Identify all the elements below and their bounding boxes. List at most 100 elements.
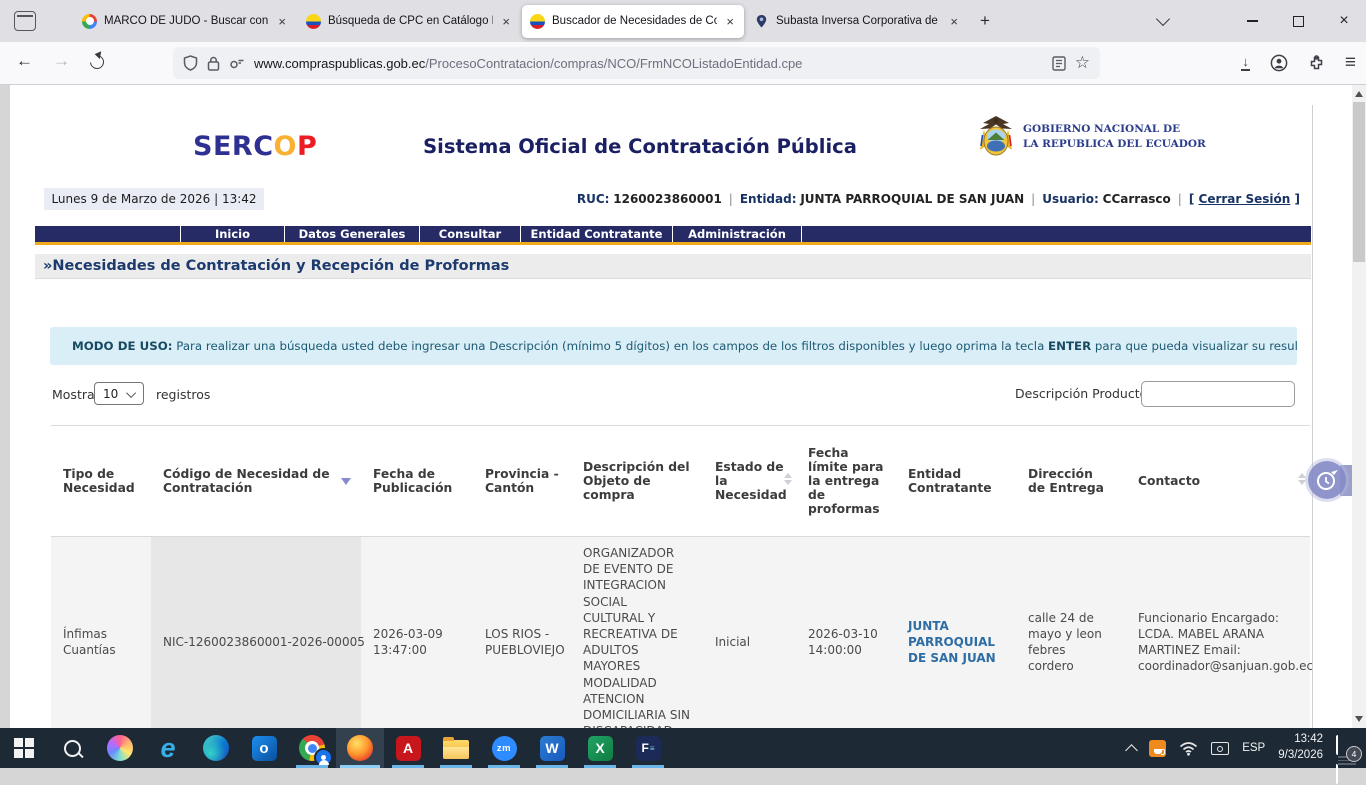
windows-logo-icon <box>14 738 34 758</box>
ecuador-favicon-icon <box>306 14 321 29</box>
col-header-contacto[interactable]: Contacto <box>1126 426 1310 537</box>
col-header-provincia[interactable]: Provincia - Cantón <box>473 426 571 537</box>
scroll-up-icon[interactable] <box>1355 91 1363 97</box>
cell-contacto: Funcionario Encargado: LCDA. MABEL ARANA… <box>1126 537 1310 748</box>
internet-explorer-button[interactable]: e <box>144 728 192 768</box>
floating-timer-widget[interactable] <box>1308 461 1346 499</box>
ecuador-coat-of-arms-icon <box>976 115 1016 159</box>
taskbar-search-button[interactable] <box>48 728 96 768</box>
col-header-direccion[interactable]: Dirección de Entrega <box>1016 426 1126 537</box>
window-maximize-button[interactable] <box>1276 0 1320 42</box>
col-header-codigo[interactable]: Código de Necesidad de Contratación <box>151 426 361 537</box>
logo-text: C <box>253 131 273 162</box>
fe-app-button[interactable]: F≡ <box>624 728 672 768</box>
tab-title: Buscador de Necesidades de Co <box>552 15 717 27</box>
permissions-icon[interactable] <box>229 56 245 70</box>
file-explorer-button[interactable] <box>432 728 480 768</box>
edge-button[interactable] <box>192 728 240 768</box>
vertical-scrollbar[interactable] <box>1352 85 1366 728</box>
tab-buscador-necesidades[interactable]: Buscador de Necesidades de Co × <box>522 5 744 38</box>
cell-descripcion: ORGANIZADOR DE EVENTO DE INTEGRACION SOC… <box>571 537 703 748</box>
nav-item-datos-generales[interactable]: Datos Generales <box>285 226 420 242</box>
col-header-entidad[interactable]: Entidad Contratante <box>896 426 1016 537</box>
col-header-fecha-limite[interactable]: Fecha límite para la entrega de proforma… <box>796 426 896 537</box>
tab-close-icon[interactable]: × <box>276 15 288 28</box>
bookmark-star-icon[interactable]: ☆ <box>1075 53 1090 73</box>
tab-marco-de-judo[interactable]: MARCO DE JUDO - Buscar con G × <box>74 5 296 38</box>
browser-tab-bar: MARCO DE JUDO - Buscar con G × Búsqueda … <box>0 0 1366 42</box>
show-label: Mostrar <box>52 387 100 402</box>
nav-item-entidad-contratante[interactable]: Entidad Contratante <box>521 226 673 242</box>
tab-close-icon[interactable]: × <box>724 15 736 28</box>
back-button[interactable]: ← <box>16 51 33 71</box>
scrollbar-thumb[interactable] <box>1353 102 1365 262</box>
chrome-button[interactable] <box>288 728 336 768</box>
extensions-puzzle-icon[interactable] <box>1308 55 1325 72</box>
excel-icon: X <box>588 736 613 761</box>
new-tab-button[interactable]: + <box>980 11 990 31</box>
col-header-fecha-publicacion[interactable]: Fecha de Publicación <box>361 426 473 537</box>
col-label: Estado de la Necesidad <box>715 460 787 502</box>
tracking-shield-icon[interactable] <box>183 55 198 71</box>
nav-item-consultar[interactable]: Consultar <box>420 226 521 242</box>
account-icon[interactable] <box>1270 54 1288 72</box>
hamburger-menu-icon[interactable]: ≡ <box>1345 52 1356 74</box>
section-heading: »Necesidades de Contratación y Recepción… <box>35 254 1311 279</box>
cell-tipo: Ínfimas Cuantías <box>51 537 151 748</box>
sort-icons[interactable] <box>1298 473 1306 485</box>
url-bar[interactable]: www.compraspublicas.gob.ec/ProcesoContra… <box>173 47 1100 79</box>
logout-bracket: ] <box>1290 192 1300 206</box>
windows-taskbar: e o A zm W X F≡ ESP 13:42 9/3/2026 4 <box>0 728 1366 768</box>
wireless-display-icon[interactable] <box>1211 742 1229 755</box>
acrobat-button[interactable]: A <box>384 728 432 768</box>
java-update-icon[interactable] <box>1149 740 1166 757</box>
downloads-icon[interactable]: ↓ <box>1241 55 1250 71</box>
window-close-button[interactable]: × <box>1322 0 1366 42</box>
zoom-button[interactable]: zm <box>480 728 528 768</box>
tab-close-icon[interactable]: × <box>500 15 512 28</box>
entity-link[interactable]: JUNTA PARROQUIAL DE SAN JUAN <box>908 619 996 665</box>
firefox-button[interactable] <box>336 728 384 768</box>
language-indicator[interactable]: ESP <box>1242 742 1265 754</box>
col-header-descripcion[interactable]: Descripción del Objeto de compra <box>571 426 703 537</box>
product-filter-input[interactable] <box>1141 381 1295 407</box>
tab-subasta-inversa[interactable]: Subasta Inversa Corporativa de × <box>746 5 968 38</box>
tray-expand-chevron-icon[interactable] <box>1125 744 1138 757</box>
sort-desc-icon[interactable] <box>341 478 351 485</box>
firefox-view-icon[interactable] <box>14 11 36 31</box>
content-right-border <box>1312 105 1313 728</box>
divider: | <box>729 192 733 206</box>
list-all-tabs-icon[interactable] <box>1156 12 1170 26</box>
url-text[interactable]: www.compraspublicas.gob.ec/ProcesoContra… <box>254 56 1043 71</box>
clock[interactable]: 13:42 9/3/2026 <box>1278 732 1323 763</box>
excel-button[interactable]: X <box>576 728 624 768</box>
sort-icons[interactable] <box>784 473 792 485</box>
internet-explorer-icon: e <box>160 735 175 762</box>
nav-item-inicio[interactable]: Inicio <box>181 226 285 242</box>
copilot-button[interactable] <box>96 728 144 768</box>
reload-button[interactable] <box>87 52 107 72</box>
pin-favicon-icon <box>754 14 769 29</box>
zoom-icon: zm <box>492 736 517 761</box>
gov-line2: LA REPUBLICA DEL ECUADOR <box>1023 137 1206 152</box>
government-logo: GOBIERNO NACIONAL DE LA REPUBLICA DEL EC… <box>976 115 1206 159</box>
lock-icon[interactable] <box>207 56 220 71</box>
nav-item-administracion[interactable]: Administración <box>673 226 802 242</box>
tab-title: Búsqueda de CPC en Catálogo E <box>328 15 493 27</box>
col-header-tipo[interactable]: Tipo de Necesidad <box>51 426 151 537</box>
logout-link[interactable]: Cerrar Sesión <box>1199 192 1291 206</box>
forward-button: → <box>53 51 70 71</box>
tab-close-icon[interactable]: × <box>948 15 960 28</box>
scroll-down-icon[interactable] <box>1355 716 1363 722</box>
col-header-estado[interactable]: Estado de la Necesidad <box>703 426 796 537</box>
start-button[interactable] <box>0 728 48 768</box>
wifi-icon[interactable] <box>1179 741 1198 756</box>
tab-busqueda-cpc[interactable]: Búsqueda de CPC en Catálogo E × <box>298 5 520 38</box>
ecuador-favicon-icon <box>530 14 545 29</box>
notification-center-button[interactable]: 4 <box>1336 738 1358 758</box>
word-button[interactable]: W <box>528 728 576 768</box>
outlook-button[interactable]: o <box>240 728 288 768</box>
records-per-page-select[interactable]: 10 <box>94 382 144 405</box>
reader-mode-icon[interactable] <box>1052 56 1066 71</box>
window-minimize-button[interactable] <box>1230 0 1274 42</box>
